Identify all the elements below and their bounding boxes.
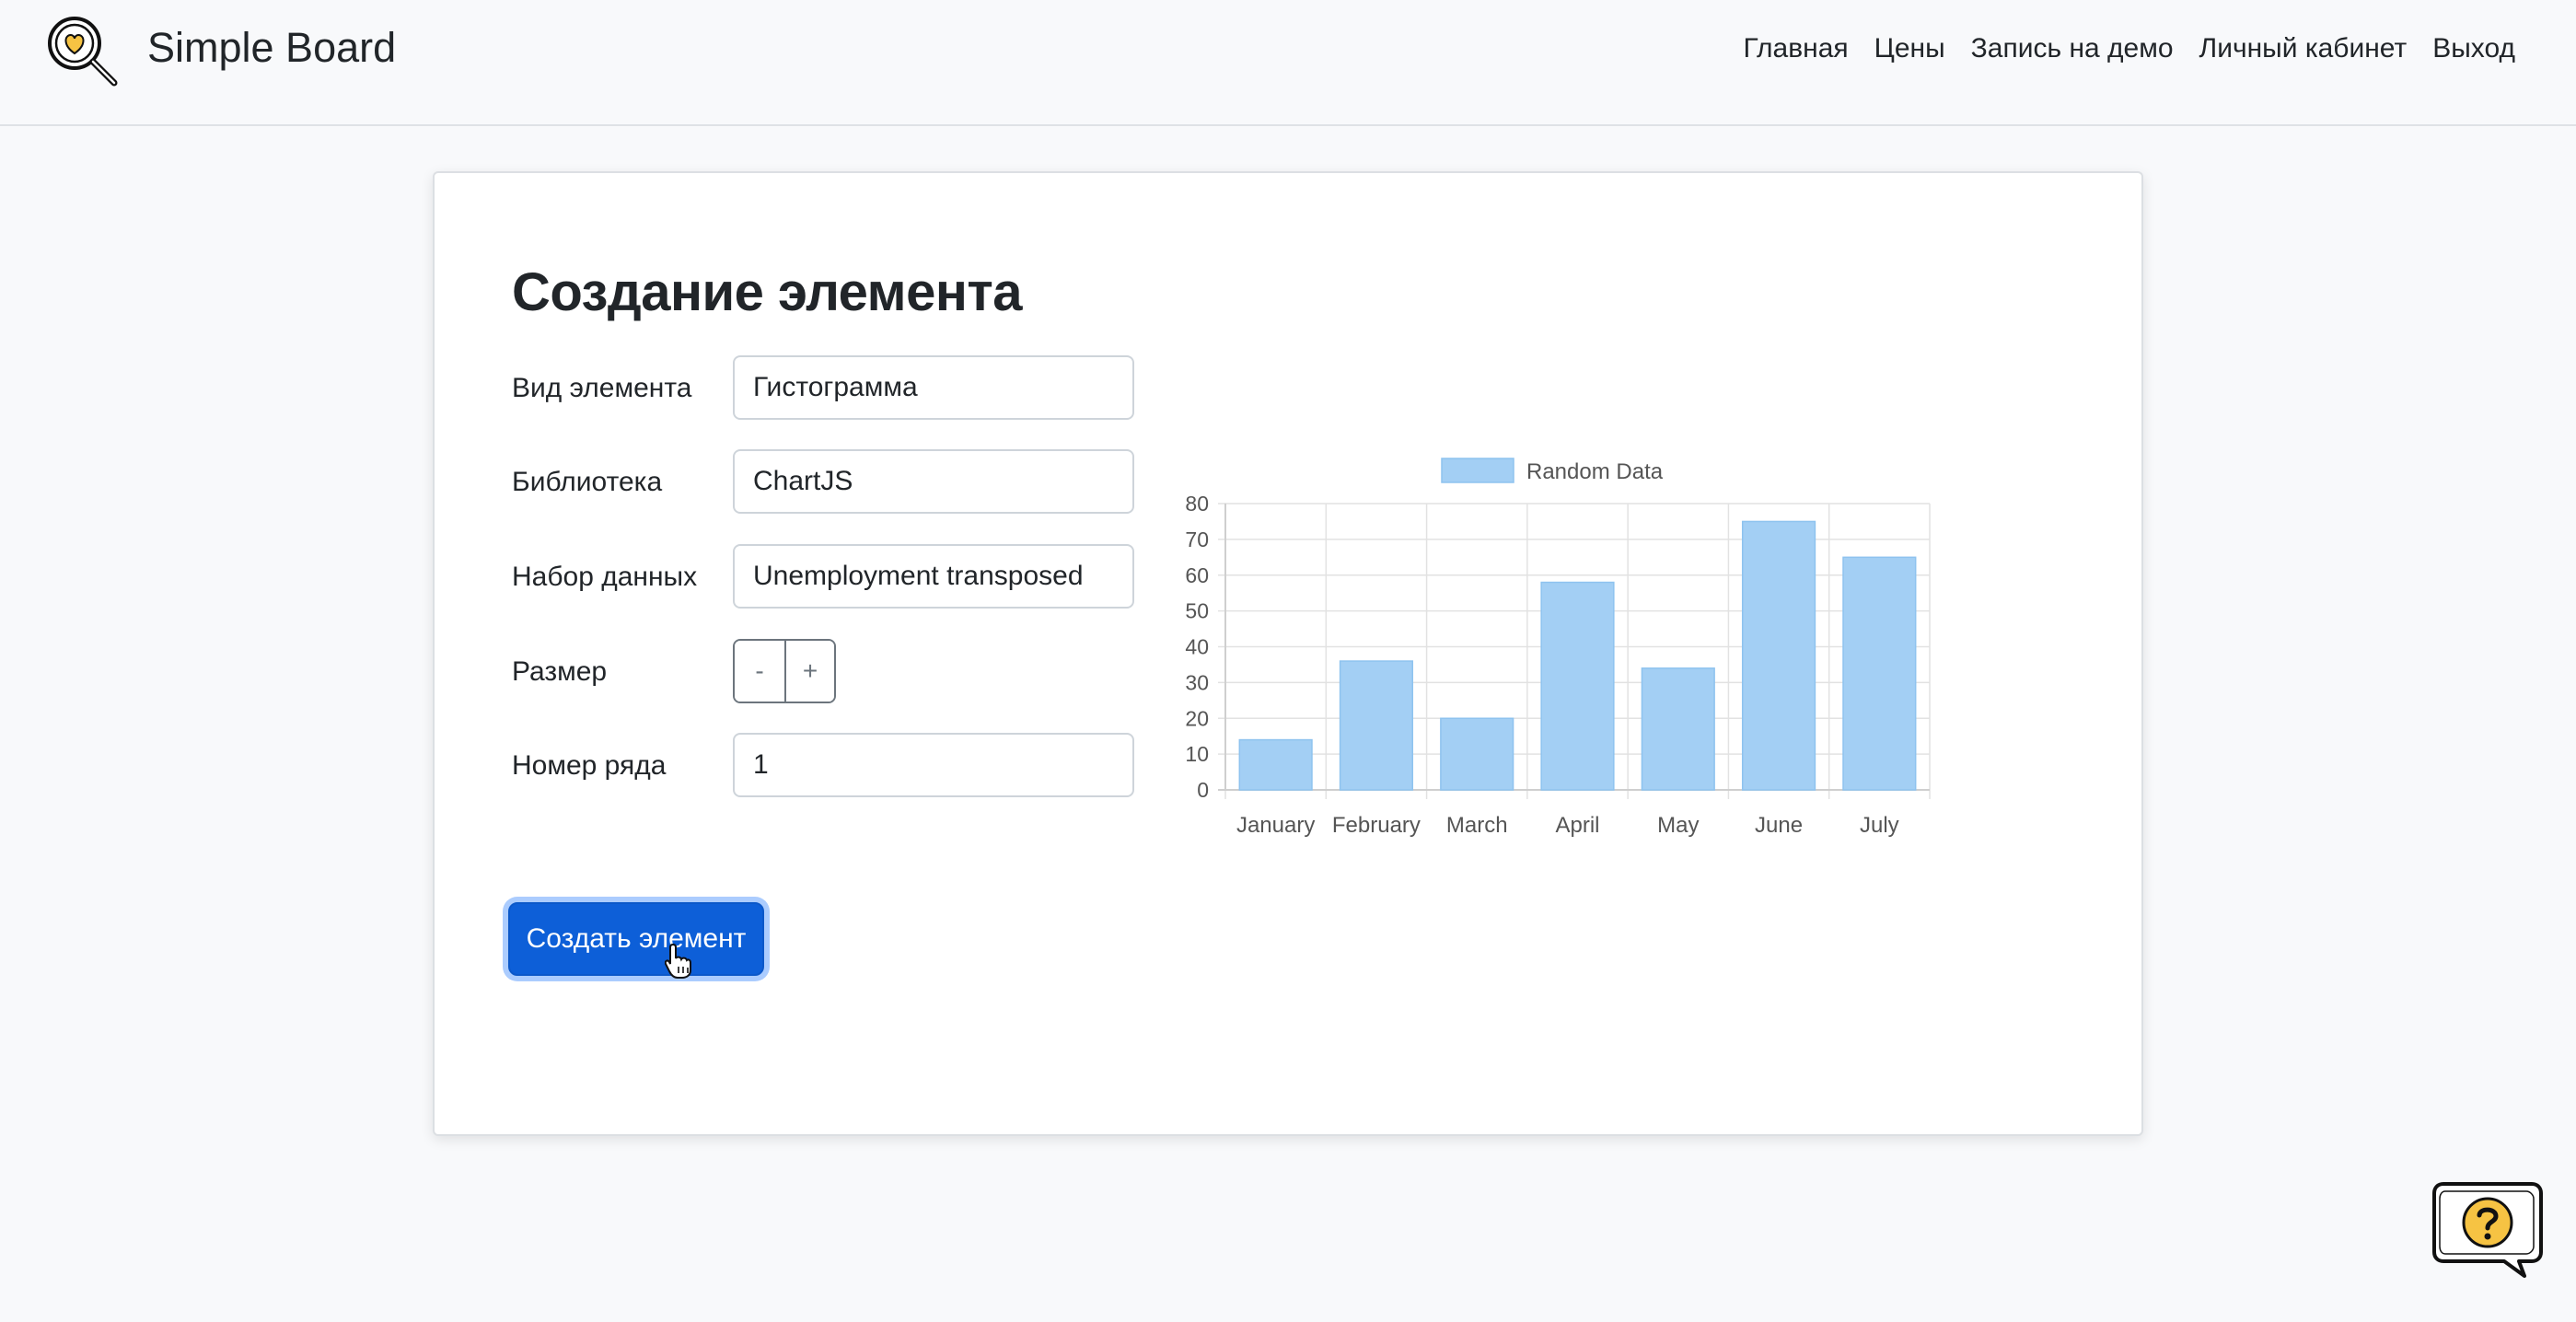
x-tick-label: February xyxy=(1332,813,1421,838)
x-tick-label: June xyxy=(1755,813,1803,838)
library-label: Библиотека xyxy=(512,467,663,497)
page-title: Создание элемента xyxy=(512,262,1023,322)
y-tick-label: 0 xyxy=(1197,778,1209,802)
bar-march xyxy=(1440,717,1514,791)
dataset-input[interactable] xyxy=(733,544,1134,609)
y-tick-label: 50 xyxy=(1185,599,1209,623)
x-tick-label: July xyxy=(1860,813,1899,838)
y-tick-label: 80 xyxy=(1185,492,1209,516)
top-navbar: Simple Board Главная Цены Запись на демо… xyxy=(0,0,2576,126)
row-number-label: Номер ряда xyxy=(512,750,667,781)
library-input[interactable] xyxy=(733,449,1134,514)
nav-link-demo[interactable]: Запись на демо xyxy=(1971,33,2174,64)
element-type-input[interactable] xyxy=(733,355,1134,420)
bar-june xyxy=(1741,520,1816,791)
y-tick-label: 30 xyxy=(1185,670,1209,694)
x-tick-label: March xyxy=(1446,813,1508,838)
help-question-bubble-icon[interactable] xyxy=(2431,1178,2545,1281)
nav-link-account[interactable]: Личный кабинет xyxy=(2199,33,2408,64)
nav-link-logout[interactable]: Выход xyxy=(2432,33,2515,64)
magnifier-heart-icon[interactable] xyxy=(44,13,122,90)
nav-link-home[interactable]: Главная xyxy=(1743,33,1848,64)
bar-april xyxy=(1540,581,1615,791)
y-tick-label: 20 xyxy=(1185,706,1209,730)
bar-may xyxy=(1641,667,1715,791)
x-tick-label: January xyxy=(1236,813,1315,838)
element-type-label: Вид элемента xyxy=(512,373,692,403)
bar-february xyxy=(1339,660,1414,791)
x-tick-label: April xyxy=(1555,813,1599,838)
y-tick-label: 60 xyxy=(1185,563,1209,587)
y-tick-label: 40 xyxy=(1185,635,1209,659)
legend-label: Random Data xyxy=(1526,459,1664,484)
y-tick-label: 10 xyxy=(1185,742,1209,766)
nav-links: Главная Цены Запись на демо Личный кабин… xyxy=(1743,33,2515,64)
row-number-input[interactable] xyxy=(733,733,1134,797)
bar-january xyxy=(1238,738,1313,791)
bar-july xyxy=(1842,556,1917,791)
size-stepper: - + xyxy=(733,639,836,703)
dataset-label: Набор данных xyxy=(512,562,698,592)
brand-name[interactable]: Simple Board xyxy=(147,24,396,72)
size-decrease-button[interactable]: - xyxy=(735,641,784,702)
legend-swatch xyxy=(1441,458,1514,483)
bar-chart: 0 10 20 30 40 50 60 70 80 January February March Apr… xyxy=(1185,458,1931,838)
size-label: Размер xyxy=(512,656,608,687)
x-tick-label: May xyxy=(1657,813,1699,838)
create-element-button[interactable]: Создать элемент xyxy=(508,902,764,976)
size-increase-button[interactable]: + xyxy=(784,641,834,702)
y-tick-label: 70 xyxy=(1185,528,1209,551)
nav-link-pricing[interactable]: Цены xyxy=(1874,33,1945,64)
hand-pointer-icon xyxy=(665,943,691,979)
